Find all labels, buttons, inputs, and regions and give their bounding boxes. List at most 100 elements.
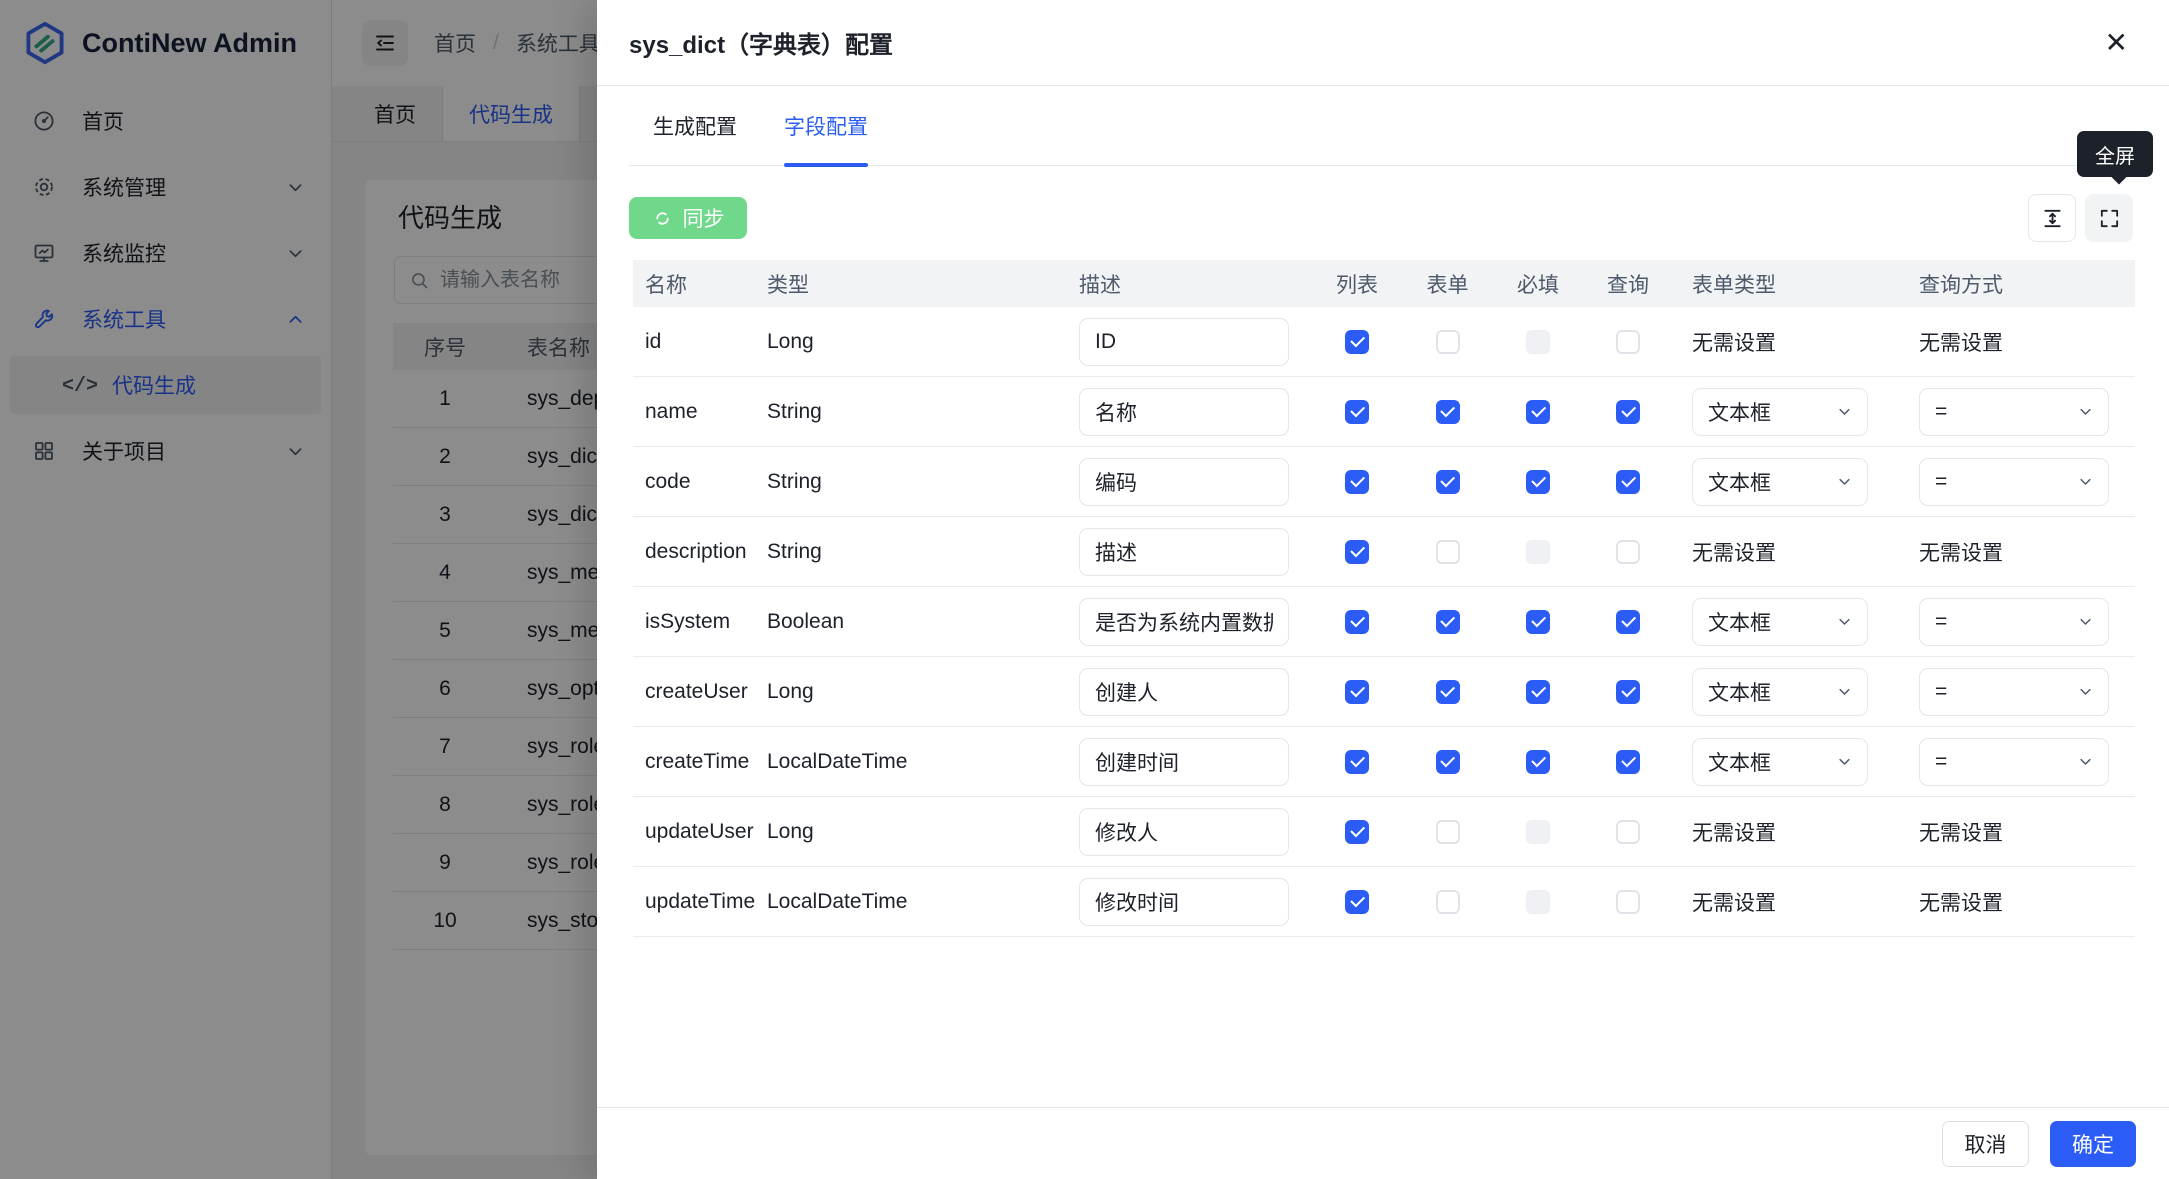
column-header-query: 查询	[1583, 269, 1673, 299]
column-header-name: 名称	[633, 269, 767, 299]
list-checkbox-checked[interactable]	[1345, 470, 1369, 494]
query-checkbox-checked[interactable]	[1616, 680, 1640, 704]
chevron-down-icon	[1837, 684, 1852, 699]
query-method-select[interactable]: =	[1919, 388, 2109, 436]
query-checkbox-unchecked[interactable]	[1616, 540, 1640, 564]
no-setting-text: 无需设置	[1919, 892, 2003, 915]
description-input[interactable]	[1079, 878, 1289, 926]
form-checkbox-checked[interactable]	[1436, 680, 1460, 704]
field-name: description	[633, 540, 767, 564]
description-input[interactable]	[1079, 318, 1289, 366]
column-header-description: 描述	[1079, 269, 1312, 299]
form-type-select[interactable]: 文本框	[1692, 388, 1868, 436]
form-type-select[interactable]: 文本框	[1692, 598, 1868, 646]
form-checkbox-unchecked[interactable]	[1436, 820, 1460, 844]
query-method-select[interactable]: =	[1919, 598, 2109, 646]
field-type: String	[767, 540, 1079, 564]
query-checkbox-unchecked[interactable]	[1616, 820, 1640, 844]
query-checkbox-checked[interactable]	[1616, 400, 1640, 424]
field-row: createUser Long 文本框 =	[633, 657, 2135, 727]
chevron-down-icon	[1837, 404, 1852, 419]
form-checkbox-unchecked[interactable]	[1436, 330, 1460, 354]
query-method-select[interactable]: =	[1919, 668, 2109, 716]
field-name: id	[633, 330, 767, 354]
field-row: updateTime LocalDateTime 无需设置 无需设置	[633, 867, 2135, 937]
list-checkbox-checked[interactable]	[1345, 540, 1369, 564]
chevron-down-icon	[2078, 474, 2093, 489]
required-checkbox-checked[interactable]	[1526, 610, 1550, 634]
query-method-select[interactable]: =	[1919, 738, 2109, 786]
drawer-footer: 取消 确定	[597, 1107, 2169, 1179]
field-config-table: 名称 类型 描述 列表 表单 必填 查询 表单类型 查询方式 id Long 无…	[633, 260, 2135, 937]
query-checkbox-checked[interactable]	[1616, 750, 1640, 774]
form-checkbox-checked[interactable]	[1436, 750, 1460, 774]
field-type: String	[767, 470, 1079, 494]
config-drawer: sys_dict（字典表）配置 ✕ 生成配置 字段配置 同步	[597, 0, 2169, 1179]
form-checkbox-checked[interactable]	[1436, 400, 1460, 424]
drawer-header: sys_dict（字典表）配置 ✕	[597, 0, 2169, 86]
no-setting-text: 无需设置	[1692, 892, 1776, 915]
description-input[interactable]	[1079, 458, 1289, 506]
refresh-icon	[652, 208, 673, 229]
query-method-select-value: =	[1935, 680, 1947, 704]
fullscreen-button[interactable]	[2085, 194, 2133, 242]
form-checkbox-checked[interactable]	[1436, 610, 1460, 634]
list-checkbox-checked[interactable]	[1345, 750, 1369, 774]
field-name: isSystem	[633, 610, 767, 634]
close-icon[interactable]: ✕	[2105, 29, 2128, 57]
form-type-select[interactable]: 文本框	[1692, 668, 1868, 716]
tooltip-label: 全屏	[2095, 140, 2135, 169]
form-checkbox-checked[interactable]	[1436, 470, 1460, 494]
no-setting-text: 无需设置	[1919, 822, 2003, 845]
description-input[interactable]	[1079, 598, 1289, 646]
cancel-button[interactable]: 取消	[1942, 1121, 2029, 1167]
tab-field-config[interactable]: 字段配置	[784, 111, 868, 165]
tab-generate-config[interactable]: 生成配置	[653, 111, 737, 165]
form-checkbox-unchecked[interactable]	[1436, 540, 1460, 564]
required-checkbox-disabled	[1526, 540, 1550, 564]
field-name: updateUser	[633, 820, 767, 844]
field-type: LocalDateTime	[767, 890, 1079, 914]
field-table-body: id Long 无需设置 无需设置 name String 文本框 = code…	[633, 307, 2135, 937]
list-checkbox-checked[interactable]	[1345, 890, 1369, 914]
form-checkbox-unchecked[interactable]	[1436, 890, 1460, 914]
required-checkbox-disabled	[1526, 330, 1550, 354]
description-input[interactable]	[1079, 388, 1289, 436]
line-height-icon	[2041, 207, 2064, 230]
form-type-select[interactable]: 文本框	[1692, 458, 1868, 506]
required-checkbox-checked[interactable]	[1526, 470, 1550, 494]
list-checkbox-checked[interactable]	[1345, 680, 1369, 704]
list-checkbox-checked[interactable]	[1345, 610, 1369, 634]
query-checkbox-unchecked[interactable]	[1616, 330, 1640, 354]
required-checkbox-disabled	[1526, 890, 1550, 914]
query-method-select-value: =	[1935, 750, 1947, 774]
list-checkbox-checked[interactable]	[1345, 820, 1369, 844]
description-input[interactable]	[1079, 808, 1289, 856]
list-checkbox-checked[interactable]	[1345, 400, 1369, 424]
description-input[interactable]	[1079, 738, 1289, 786]
query-checkbox-checked[interactable]	[1616, 610, 1640, 634]
no-setting-text: 无需设置	[1692, 822, 1776, 845]
required-checkbox-checked[interactable]	[1526, 750, 1550, 774]
chevron-down-icon	[2078, 614, 2093, 629]
description-input[interactable]	[1079, 528, 1289, 576]
confirm-button[interactable]: 确定	[2050, 1121, 2136, 1167]
field-row: description String 无需设置 无需设置	[633, 517, 2135, 587]
query-method-select[interactable]: =	[1919, 458, 2109, 506]
field-row: updateUser Long 无需设置 无需设置	[633, 797, 2135, 867]
row-height-button[interactable]	[2028, 194, 2076, 242]
drawer-toolbar: 同步	[629, 194, 2133, 242]
field-type: String	[767, 400, 1079, 424]
list-checkbox-checked[interactable]	[1345, 330, 1369, 354]
sync-button[interactable]: 同步	[629, 197, 747, 239]
no-setting-text: 无需设置	[1692, 332, 1776, 355]
required-checkbox-checked[interactable]	[1526, 680, 1550, 704]
description-input[interactable]	[1079, 668, 1289, 716]
field-row: name String 文本框 =	[633, 377, 2135, 447]
query-checkbox-checked[interactable]	[1616, 470, 1640, 494]
query-checkbox-unchecked[interactable]	[1616, 890, 1640, 914]
required-checkbox-checked[interactable]	[1526, 400, 1550, 424]
table-tool-buttons	[2028, 194, 2133, 242]
chevron-down-icon	[2078, 684, 2093, 699]
form-type-select[interactable]: 文本框	[1692, 738, 1868, 786]
